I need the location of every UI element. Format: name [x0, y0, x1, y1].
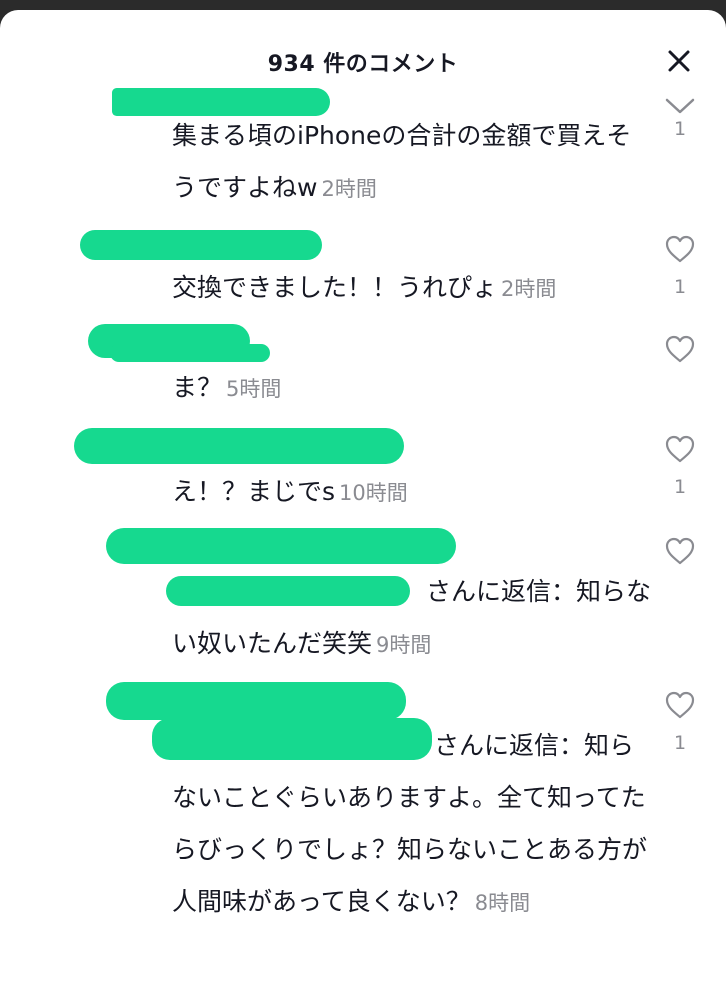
- redacted-username: [106, 528, 456, 564]
- like-count: 1: [673, 732, 687, 754]
- like-button[interactable]: 1: [664, 234, 696, 298]
- like-button[interactable]: [664, 334, 696, 364]
- close-button[interactable]: [664, 46, 694, 76]
- comment-time: 8時間: [474, 891, 531, 915]
- comment-text: え！？まじでs 10時間: [172, 477, 408, 506]
- heart-outline-icon: [665, 335, 695, 363]
- comments-count-title: 934 件のコメント: [267, 52, 459, 77]
- like-count: 1: [673, 118, 687, 140]
- redacted-username: [110, 344, 270, 362]
- comment-text: 交換できました！！うれぴょ 2時間: [172, 273, 557, 302]
- comment-text: さんに返信：知らないことぐらいありますよ。全て知ってたらびっくりでしょ？知らない…: [172, 731, 648, 916]
- comment-time: 2時間: [321, 177, 377, 201]
- heart-outline-icon: [665, 691, 695, 719]
- heart-outline-icon: [665, 435, 695, 463]
- like-button[interactable]: 1: [664, 434, 696, 498]
- redacted-username: [80, 230, 322, 260]
- close-icon: [668, 50, 690, 72]
- chevron-down-icon[interactable]: [664, 96, 696, 116]
- redacted-username: [106, 682, 406, 720]
- reply-prefix: さんに返信：: [426, 577, 577, 606]
- like-count: 1: [673, 476, 687, 498]
- comment-time: 9時間: [376, 633, 432, 657]
- comment-text: ま？ 5時間: [172, 373, 282, 402]
- heart-outline-icon: [665, 235, 695, 263]
- comments-sheet: 934 件のコメント 集まる頃のiPhoneの合計の金額で買えそうですよねw 2時…: [0, 10, 726, 999]
- like-button[interactable]: [664, 536, 696, 566]
- comment-time: 10時間: [339, 481, 408, 505]
- like-button[interactable]: 1: [664, 690, 696, 754]
- redacted-username: [74, 428, 404, 464]
- like-count: 1: [673, 276, 687, 298]
- comment-time: 5時間: [226, 377, 282, 401]
- heart-outline-icon: [665, 537, 695, 565]
- comment-text: さんに返信：知らない奴いたんだ笑笑 9時間: [172, 577, 652, 658]
- comment-text: 集まる頃のiPhoneの合計の金額で買えそうですよねw 2時間: [172, 121, 632, 202]
- reply-prefix: さんに返信：: [434, 731, 585, 760]
- like-button[interactable]: 1: [664, 118, 696, 140]
- comment-time: 2時間: [501, 277, 557, 301]
